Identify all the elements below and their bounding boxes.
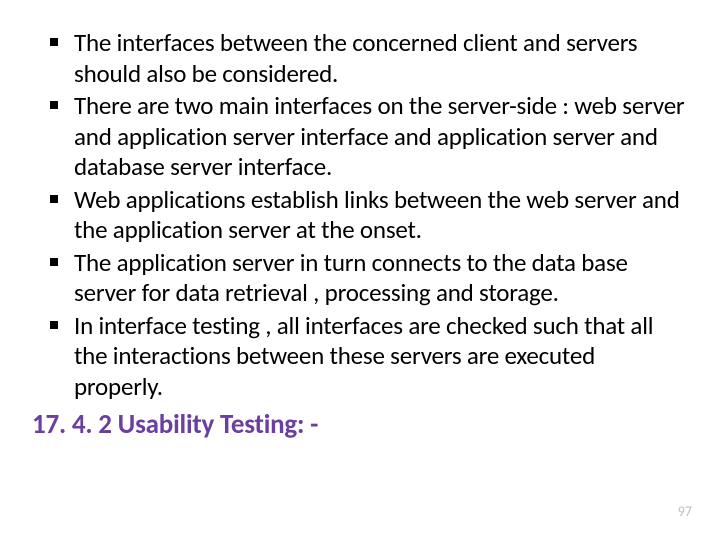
page-number: 97 [678, 503, 692, 520]
bullet-list: The interfaces between the concerned cli… [50, 28, 688, 402]
list-item: The interfaces between the concerned cli… [50, 28, 688, 89]
section-heading: 17. 4. 2 Usability Testing: - [32, 408, 688, 441]
list-item: In interface testing , all interfaces ar… [50, 311, 688, 403]
list-item: The application server in turn connects … [50, 248, 688, 309]
list-item: There are two main interfaces on the ser… [50, 91, 688, 183]
list-item: Web applications establish links between… [50, 185, 688, 246]
